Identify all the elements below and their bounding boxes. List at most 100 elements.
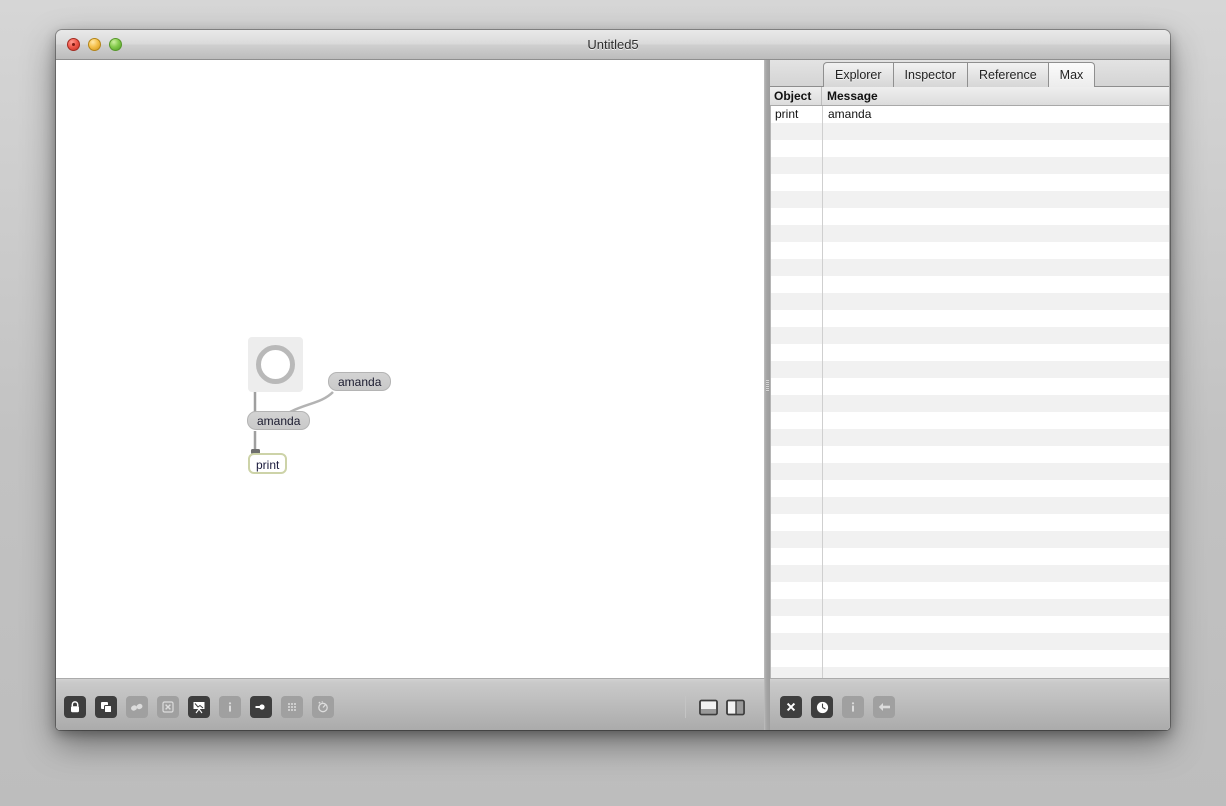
back-arrow-icon[interactable]: [873, 696, 895, 718]
info-icon[interactable]: [842, 696, 864, 718]
table-row[interactable]: [771, 667, 1170, 678]
table-row[interactable]: [771, 123, 1170, 140]
cell-message: [823, 616, 1170, 633]
table-row[interactable]: [771, 548, 1170, 565]
cell-object: [771, 344, 823, 361]
cell-message: [823, 514, 1170, 531]
cell-object: [771, 667, 823, 678]
cell-object: [771, 327, 823, 344]
info-icon[interactable]: [219, 696, 241, 718]
table-row[interactable]: [771, 446, 1170, 463]
cell-message: [823, 480, 1170, 497]
cell-object: [771, 378, 823, 395]
cell-object: [771, 395, 823, 412]
cell-object: [771, 242, 823, 259]
cell-object: [771, 310, 823, 327]
table-row[interactable]: [771, 565, 1170, 582]
patcher-canvas[interactable]: amanda amanda print: [56, 60, 765, 678]
cell-object: [771, 293, 823, 310]
table-row[interactable]: [771, 140, 1170, 157]
table-row[interactable]: [771, 242, 1170, 259]
splitter-grip: [766, 380, 769, 392]
table-row[interactable]: [771, 191, 1170, 208]
lock-icon[interactable]: [64, 696, 86, 718]
cell-object: [771, 548, 823, 565]
cell-message: [823, 276, 1170, 293]
console-tabs: Explorer Inspector Reference Max: [823, 62, 1096, 87]
toolbar-divider: [685, 696, 686, 718]
table-row[interactable]: [771, 259, 1170, 276]
tab-explorer[interactable]: Explorer: [823, 62, 894, 87]
table-row[interactable]: [771, 208, 1170, 225]
cell-message: [823, 361, 1170, 378]
table-row[interactable]: [771, 310, 1170, 327]
tab-reference[interactable]: Reference: [967, 62, 1049, 87]
cell-object: [771, 225, 823, 242]
cell-object: print: [771, 106, 823, 123]
table-row[interactable]: [771, 276, 1170, 293]
table-row[interactable]: [771, 395, 1170, 412]
table-row[interactable]: [771, 361, 1170, 378]
table-row[interactable]: [771, 344, 1170, 361]
cell-object: [771, 123, 823, 140]
cell-message: [823, 633, 1170, 650]
table-row[interactable]: [771, 650, 1170, 667]
message-box-left[interactable]: amanda: [247, 411, 311, 430]
gauge-icon[interactable]: [312, 696, 334, 718]
table-row[interactable]: [771, 480, 1170, 497]
patcher-toolbar-right-group: [685, 696, 746, 718]
cell-object: [771, 497, 823, 514]
cell-message: [823, 344, 1170, 361]
panel-bottom-icon[interactable]: [697, 696, 719, 718]
console-column-headers: Object Message: [770, 87, 1170, 106]
table-row[interactable]: print amanda: [771, 106, 1170, 123]
cell-object: [771, 480, 823, 497]
console-tabbar: Explorer Inspector Reference Max: [770, 60, 1170, 87]
table-row[interactable]: [771, 582, 1170, 599]
print-object[interactable]: print: [248, 453, 288, 474]
clock-icon[interactable]: [811, 696, 833, 718]
table-row[interactable]: [771, 633, 1170, 650]
window-title: Untitled5: [587, 37, 639, 52]
tab-inspector[interactable]: Inspector: [893, 62, 968, 87]
max-patcher-window: Untitled5 amanda amanda print Explorer I…: [56, 30, 1170, 730]
table-row[interactable]: [771, 514, 1170, 531]
cell-object: [771, 208, 823, 225]
cell-object: [771, 531, 823, 548]
cell-message: [823, 548, 1170, 565]
title-bar[interactable]: Untitled5: [56, 30, 1170, 60]
cell-message: [823, 208, 1170, 225]
table-row[interactable]: [771, 463, 1170, 480]
shapes-icon[interactable]: [95, 696, 117, 718]
message-box-right[interactable]: amanda: [328, 372, 392, 391]
cell-message: [823, 174, 1170, 191]
cell-object: [771, 140, 823, 157]
cell-object: [771, 259, 823, 276]
cell-message: [823, 310, 1170, 327]
tab-max[interactable]: Max: [1048, 62, 1096, 87]
table-row[interactable]: [771, 599, 1170, 616]
bang-object[interactable]: [248, 337, 303, 392]
close-box-icon[interactable]: [157, 696, 179, 718]
panel-side-icon[interactable]: [724, 696, 746, 718]
table-row[interactable]: [771, 412, 1170, 429]
table-row[interactable]: [771, 174, 1170, 191]
table-row[interactable]: [771, 531, 1170, 548]
table-row[interactable]: [771, 378, 1170, 395]
console-rows[interactable]: print amanda: [770, 106, 1170, 678]
clear-icon[interactable]: [780, 696, 802, 718]
table-row[interactable]: [771, 429, 1170, 446]
table-row[interactable]: [771, 497, 1170, 514]
arrow-in-icon[interactable]: [250, 696, 272, 718]
table-row[interactable]: [771, 157, 1170, 174]
easel-icon[interactable]: [188, 696, 210, 718]
table-row[interactable]: [771, 327, 1170, 344]
cell-message: [823, 531, 1170, 548]
table-row[interactable]: [771, 225, 1170, 242]
table-row[interactable]: [771, 616, 1170, 633]
cell-object: [771, 650, 823, 667]
cell-message: amanda: [828, 107, 872, 121]
binoculars-icon[interactable]: [126, 696, 148, 718]
table-row[interactable]: [771, 293, 1170, 310]
grid-icon[interactable]: [281, 696, 303, 718]
